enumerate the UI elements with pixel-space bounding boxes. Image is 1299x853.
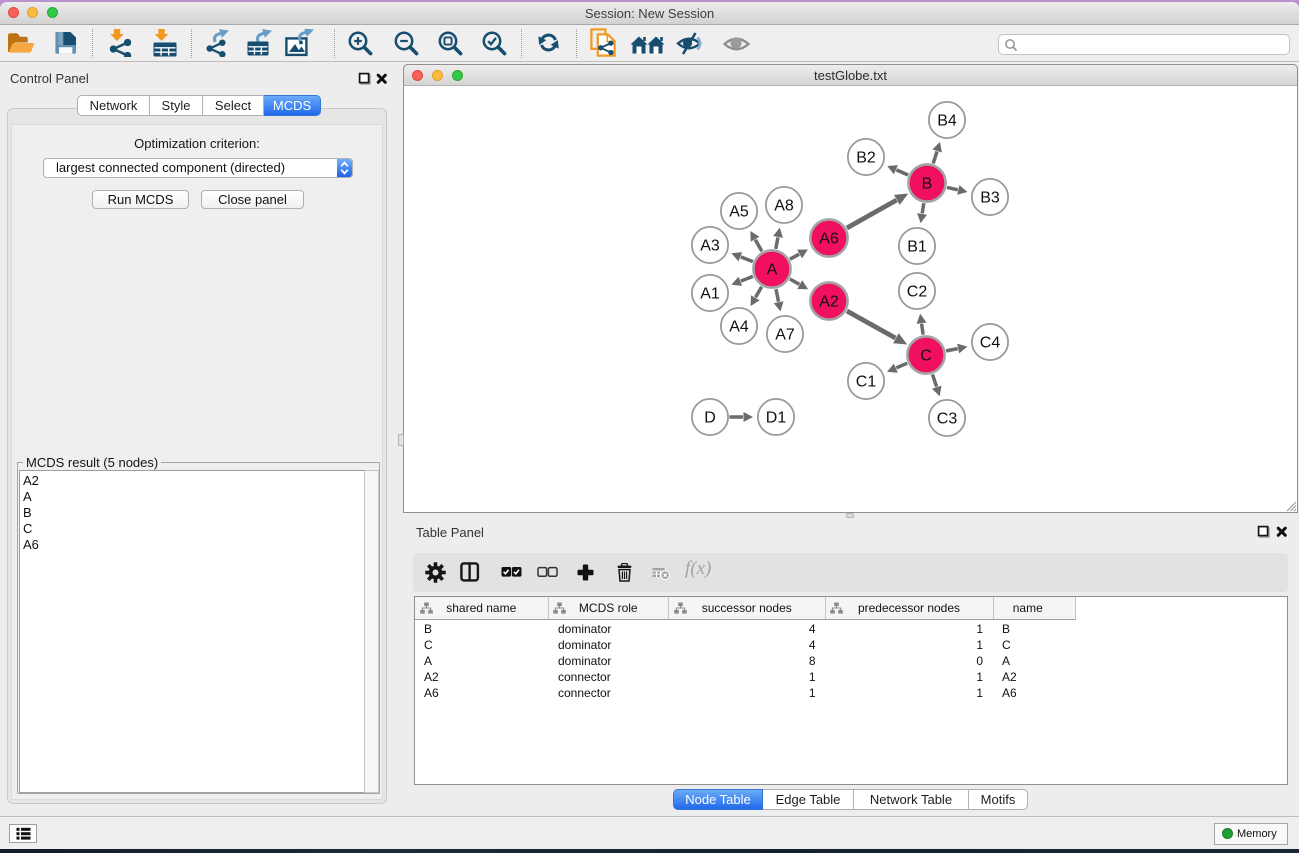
svg-text:C: C	[920, 348, 932, 365]
svg-text:D: D	[704, 410, 716, 427]
svg-text:C2: C2	[907, 284, 928, 301]
svg-text:B4: B4	[937, 113, 957, 130]
svg-text:A3: A3	[700, 238, 720, 255]
svg-text:C1: C1	[856, 374, 877, 391]
svg-text:B3: B3	[980, 190, 1000, 207]
svg-text:B2: B2	[856, 150, 876, 167]
svg-text:C4: C4	[980, 335, 1001, 352]
svg-text:B: B	[922, 176, 933, 193]
svg-text:A1: A1	[700, 286, 720, 303]
svg-text:A2: A2	[819, 294, 839, 311]
svg-text:A4: A4	[729, 319, 749, 336]
svg-text:A8: A8	[774, 198, 794, 215]
svg-text:B1: B1	[907, 239, 927, 256]
svg-text:D1: D1	[766, 410, 787, 427]
svg-text:C3: C3	[937, 411, 958, 428]
svg-text:A6: A6	[819, 231, 839, 248]
svg-text:A: A	[767, 262, 778, 279]
svg-text:A7: A7	[775, 327, 795, 344]
svg-text:A5: A5	[729, 204, 749, 221]
